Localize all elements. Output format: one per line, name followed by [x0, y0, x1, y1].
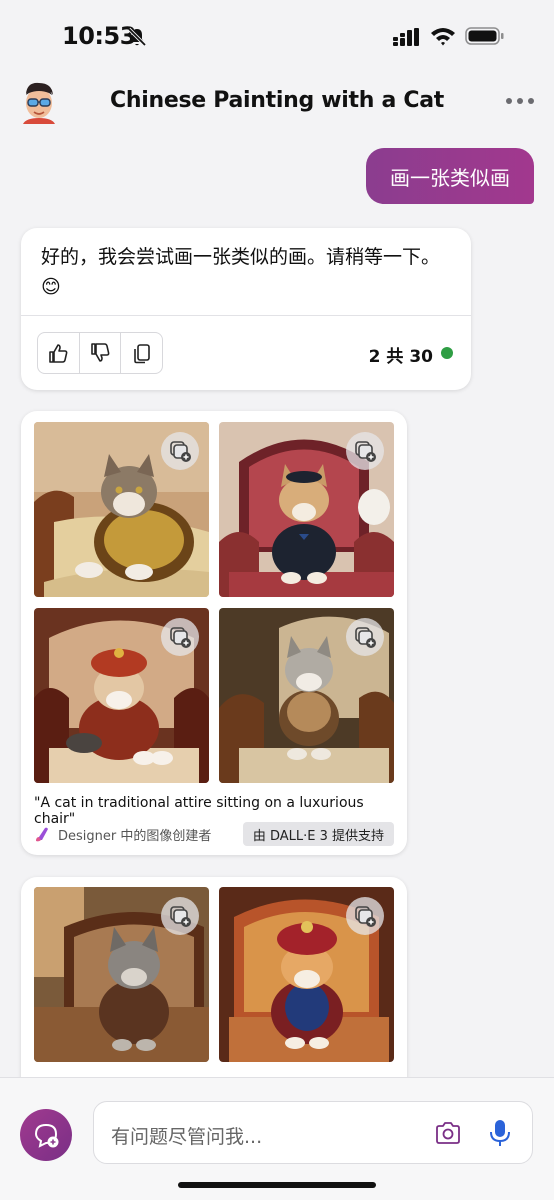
powered-by-badge: 由 DALL·E 3 提供支持 — [242, 822, 394, 846]
image-add-icon — [355, 627, 376, 648]
thumbs-up-button[interactable] — [38, 333, 79, 373]
add-to-collection-button[interactable] — [161, 897, 199, 935]
add-to-collection-button[interactable] — [161, 618, 199, 656]
microphone-icon[interactable] — [488, 1118, 512, 1148]
copy-icon — [133, 344, 150, 364]
message-input[interactable]: 有问题尽管问我... — [93, 1101, 533, 1164]
image-add-icon — [355, 906, 376, 927]
divider — [21, 315, 471, 316]
add-to-collection-button[interactable] — [346, 618, 384, 656]
image-add-icon — [355, 441, 376, 462]
image-add-icon — [170, 441, 191, 462]
home-indicator — [178, 1182, 376, 1188]
status-dot — [441, 347, 453, 359]
designer-attribution[interactable]: Designer 中的图像创建者 — [34, 823, 211, 845]
thumbs-down-icon — [91, 343, 110, 362]
turn-counter: 2 共 30 — [368, 347, 433, 367]
add-to-collection-button[interactable] — [161, 432, 199, 470]
generated-image[interactable] — [34, 887, 209, 1062]
more-icon[interactable] — [506, 98, 534, 106]
battery-icon — [465, 27, 504, 45]
new-topic-icon — [34, 1123, 59, 1148]
add-to-collection-button[interactable] — [346, 897, 384, 935]
copy-button[interactable] — [120, 333, 162, 373]
status-time: 10:53 — [62, 22, 136, 50]
bell-slash-icon — [127, 27, 147, 47]
cellular-signal-icon — [393, 28, 419, 46]
generated-image[interactable] — [219, 422, 394, 597]
generated-image[interactable] — [34, 608, 209, 783]
image-result-card: "A cat in traditional attire sitting on … — [21, 411, 407, 855]
wifi-icon — [431, 28, 455, 46]
chat-header: Chinese Painting with a Cat — [0, 72, 554, 132]
status-bar: 10:53 — [0, 0, 554, 70]
more-dot — [506, 98, 512, 104]
assistant-reply-card: 好的，我会尝试画一张类似的画。请稍等一下。😊 2 共 30 — [21, 228, 471, 390]
thumbs-up-icon — [49, 344, 68, 363]
camera-icon[interactable] — [434, 1120, 462, 1146]
feedback-group — [37, 332, 163, 374]
image-add-icon — [170, 906, 191, 927]
thumbs-down-button[interactable] — [78, 333, 121, 373]
more-dot — [528, 98, 534, 104]
image-add-icon — [170, 627, 191, 648]
add-to-collection-button[interactable] — [346, 432, 384, 470]
designer-icon — [36, 827, 48, 842]
new-topic-button[interactable] — [20, 1109, 72, 1161]
input-placeholder: 有问题尽管问我... — [111, 1126, 263, 1148]
chat-title: Chinese Painting with a Cat — [110, 88, 444, 113]
user-message-bubble: 画一张类似画 — [366, 148, 534, 204]
designer-label: Designer 中的图像创建者 — [58, 828, 212, 844]
assistant-reply-text: 好的，我会尝试画一张类似的画。请稍等一下。😊 — [41, 246, 441, 298]
more-dot — [517, 98, 523, 104]
generated-image[interactable] — [34, 422, 209, 597]
generated-image[interactable] — [219, 608, 394, 783]
generated-image[interactable] — [219, 887, 394, 1062]
